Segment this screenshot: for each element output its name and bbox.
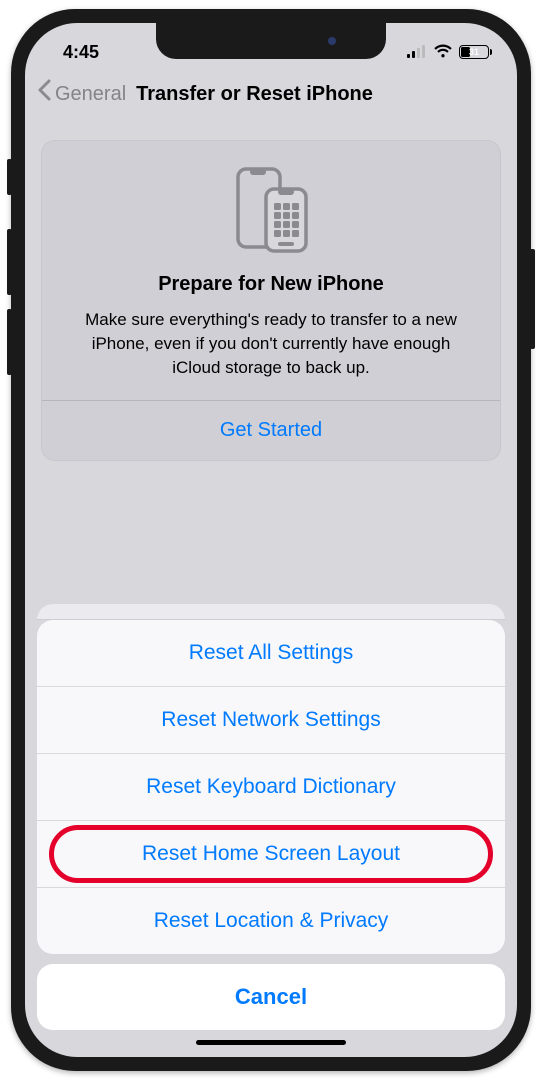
volume-up-button — [7, 229, 12, 295]
wifi-icon — [433, 42, 453, 63]
volume-down-button — [7, 309, 12, 375]
camera-dot — [328, 37, 336, 45]
reset-all-settings-button[interactable]: Reset All Settings — [37, 620, 505, 687]
status-time: 4:45 — [63, 42, 99, 63]
cellular-icon — [407, 42, 427, 63]
battery-percent: 31 — [460, 47, 488, 57]
screen: 4:45 31 General Transfer or Reset iPhone — [25, 23, 517, 1057]
home-indicator[interactable] — [196, 1040, 346, 1045]
back-chevron-icon[interactable] — [37, 77, 51, 108]
card-description: Make sure everything's ready to transfer… — [62, 308, 480, 380]
reset-home-screen-layout-button[interactable]: Reset Home Screen Layout — [37, 821, 505, 888]
sheet-item-label: Reset Home Screen Layout — [142, 842, 400, 865]
power-button — [530, 249, 535, 349]
card-title: Prepare for New iPhone — [62, 273, 480, 296]
notch — [156, 23, 386, 59]
get-started-button[interactable]: Get Started — [62, 401, 480, 460]
prepare-card: Prepare for New iPhone Make sure everyth… — [41, 140, 501, 461]
back-button[interactable]: General — [55, 83, 126, 106]
reset-location-privacy-button[interactable]: Reset Location & Privacy — [37, 888, 505, 954]
sheet-peek-row — [37, 604, 505, 620]
cancel-button[interactable]: Cancel — [37, 964, 505, 1030]
action-sheet-container: Reset All Settings Reset Network Setting… — [25, 604, 517, 1057]
phone-frame: 4:45 31 General Transfer or Reset iPhone — [11, 9, 531, 1071]
reset-keyboard-dictionary-button[interactable]: Reset Keyboard Dictionary — [37, 754, 505, 821]
mute-switch — [7, 159, 12, 195]
transfer-devices-icon — [62, 165, 480, 255]
battery-icon: 31 — [459, 45, 489, 59]
reset-network-settings-button[interactable]: Reset Network Settings — [37, 687, 505, 754]
reset-action-sheet: Reset All Settings Reset Network Setting… — [37, 620, 505, 954]
page-title: Transfer or Reset iPhone — [136, 83, 373, 106]
